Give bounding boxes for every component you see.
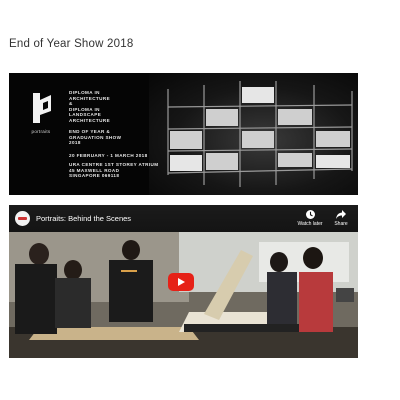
event-banner: portraits DIPLOMA IN ARCHITECTURE & DIPL… xyxy=(9,73,358,195)
video-player[interactable]: Portraits: Behind the Scenes Watch later… xyxy=(9,205,358,358)
share-label: Share xyxy=(334,221,348,227)
logo-wordmark: portraits xyxy=(31,129,51,134)
video-thumbnail[interactable] xyxy=(9,232,358,358)
channel-logo-icon xyxy=(18,217,27,220)
channel-avatar[interactable] xyxy=(15,211,30,226)
watch-later-label: Watch later xyxy=(297,221,323,227)
watch-later-button[interactable]: Watch later xyxy=(293,210,327,227)
page-title: End of Year Show 2018 xyxy=(9,38,134,50)
share-icon xyxy=(336,210,346,219)
play-button[interactable] xyxy=(168,273,194,291)
video-header-bar: Portraits: Behind the Scenes Watch later… xyxy=(9,205,358,232)
dates-text: 20 FEBRUARY - 1 MARCH 2018 xyxy=(69,153,148,158)
shelving-units-photo xyxy=(167,81,353,187)
clock-icon xyxy=(305,210,315,219)
event-text: END OF YEAR & GRADUATION SHOW 2018 xyxy=(69,129,122,146)
venue-text: URA CENTRE 1ST STOREY ATRIUM 45 MAXWELL … xyxy=(69,162,159,179)
video-title[interactable]: Portraits: Behind the Scenes xyxy=(36,214,131,223)
portraits-logo xyxy=(33,93,51,123)
share-button[interactable]: Share xyxy=(329,210,353,227)
program-text: DIPLOMA IN ARCHITECTURE & DIPLOMA IN LAN… xyxy=(69,90,111,123)
